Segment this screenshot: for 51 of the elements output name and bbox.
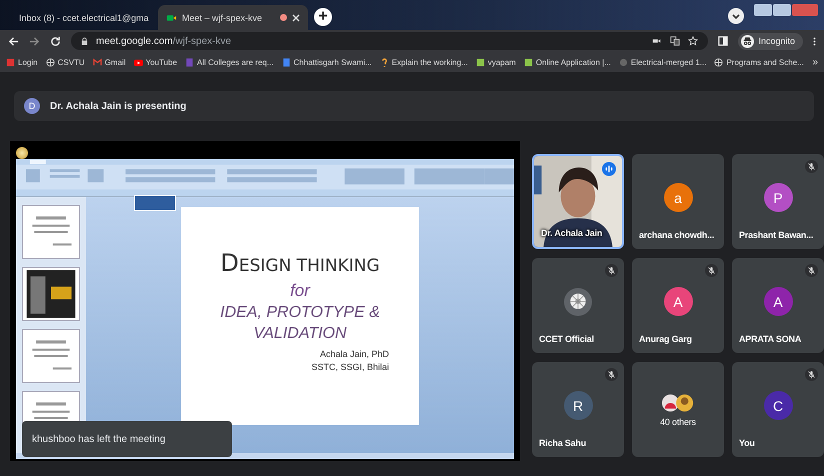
bookmark-item[interactable]: YouTube [134, 58, 178, 66]
bookmark-item[interactable]: All Colleges are req... [185, 58, 274, 66]
avatar-initial: A [664, 287, 692, 316]
avatar-initial: P [764, 183, 792, 212]
participant-name: Anurag Garg [639, 334, 692, 344]
slide-subtitle: for [290, 280, 310, 301]
url-text: meet.google.com/wjf-spex-kve [96, 36, 232, 46]
bookmark-item[interactable]: Online Application |... [524, 58, 611, 66]
participant-tile[interactable]: P Prashant Bawan... [732, 154, 824, 249]
participant-name: You [739, 438, 755, 448]
participant-tile[interactable]: A APRATA SONA [732, 258, 824, 353]
avatar-initial: C [764, 391, 792, 420]
participant-name: 40 others [660, 417, 696, 427]
bookmark-item[interactable]: Electrical-merged 1... [618, 58, 706, 66]
avatar-initial: D [24, 98, 40, 114]
participant-name: Richa Sahu [539, 438, 586, 448]
slide-author: Achala Jain, PhD [320, 348, 389, 359]
tab-title: Meet – wjf-spex-kve [182, 12, 264, 22]
participant-tile[interactable]: 40 others [632, 362, 724, 457]
browser-tab[interactable]: Inbox (8) - ccet.electrical1@gma [6, 5, 156, 30]
avatar-initial: A [764, 287, 792, 316]
participant-name: Prashant Bawan... [739, 230, 814, 240]
participant-name: CCET Official [539, 334, 594, 344]
tab-title: Inbox (8) - ccet.electrical1@gma [19, 12, 149, 22]
avatar-initial: a [664, 183, 692, 212]
profile-button[interactable]: Incognito [738, 32, 803, 50]
avatar-initial: R [564, 391, 592, 420]
participant-tile[interactable]: C You [732, 362, 824, 457]
bookmark-item[interactable]: Gmail [92, 58, 126, 66]
participant-name: APRATA SONA [739, 334, 802, 344]
bookmark-item[interactable]: CSVTU [46, 58, 85, 66]
address-field[interactable]: meet.google.com/wjf-spex-kve [71, 32, 708, 50]
slide-title: DESIGN THINKING [220, 248, 380, 277]
participant-name: archana chowdh... [639, 230, 714, 240]
participant-tile[interactable]: CCET Official [532, 258, 624, 353]
bookmark-item[interactable]: Explain the working... [380, 58, 468, 66]
bookmark-item[interactable]: Programs and Sche... [714, 58, 804, 66]
bookmark-item[interactable]: Login [6, 58, 38, 66]
slide-heading: VALIDATION [253, 324, 347, 343]
participant-tile[interactable]: A Anurag Garg [632, 258, 724, 353]
participant-tile[interactable]: R Richa Sahu [532, 362, 624, 457]
slide-heading: IDEA, PROTOTYPE & [220, 304, 380, 322]
bookmark-item[interactable]: Chhattisgarh Swami... [282, 58, 372, 66]
more-bookmarks-button[interactable]: » [812, 56, 818, 68]
bookmark-item[interactable]: vyapam [476, 58, 516, 66]
browser-tab[interactable]: Meet – wjf-spex-kve [158, 5, 308, 30]
new-tab-button[interactable]: + [314, 8, 332, 26]
participant-tile[interactable]: a archana chowdh... [632, 154, 724, 249]
notification-toast: khushboo has left the meeting [22, 421, 232, 457]
slide-affiliation: SSTC, SSGI, Bhilai [311, 362, 389, 372]
presenting-text: Dr. Achala Jain is presenting [50, 100, 186, 112]
